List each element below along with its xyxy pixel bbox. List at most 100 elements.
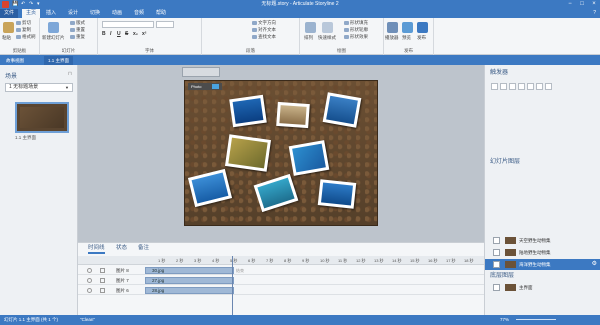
new-slide-icon[interactable]: [48, 22, 59, 33]
photo-orca[interactable]: [317, 179, 357, 209]
bold-button[interactable]: B: [102, 31, 106, 38]
duplicate-button[interactable]: 重复: [70, 34, 85, 40]
lock-icon[interactable]: [100, 288, 105, 293]
slide-stage: Photo: [78, 65, 484, 242]
font-size-select[interactable]: [156, 21, 174, 28]
align-text-button[interactable]: 对齐文本: [252, 27, 276, 33]
player-icon[interactable]: [387, 22, 398, 33]
shape-fill-button[interactable]: 形状填充: [344, 20, 368, 26]
publish-icon[interactable]: [417, 22, 428, 33]
eye-icon[interactable]: [87, 268, 92, 273]
menu-insert[interactable]: 插入: [42, 9, 60, 18]
layer-visibility-checkbox[interactable]: [493, 237, 500, 244]
timeline-bar[interactable]: 27.jpg: [145, 277, 234, 284]
preview-button[interactable]: 预览: [402, 35, 411, 41]
new-trigger-icon[interactable]: [491, 83, 498, 90]
base-layer-item[interactable]: 主界面: [485, 282, 600, 293]
ruler-tick: 4 秒: [212, 258, 220, 263]
edit-trigger-icon[interactable]: [500, 83, 507, 90]
tab-timeline[interactable]: 时间线: [88, 243, 105, 254]
menu-file[interactable]: 文件: [0, 9, 19, 18]
layer-item-sky[interactable]: 天空野生动物集: [485, 235, 600, 246]
slide-canvas[interactable]: Photo: [184, 80, 378, 226]
menu-help[interactable]: 帮助: [152, 9, 170, 18]
menu-home[interactable]: 主页: [22, 9, 41, 18]
shape-outline-button[interactable]: 形状轮廓: [344, 27, 368, 33]
timeline-playhead[interactable]: [232, 256, 233, 316]
slide-thumbnail[interactable]: [15, 102, 69, 133]
photo-coral[interactable]: [224, 134, 272, 172]
underline-button[interactable]: U: [117, 31, 121, 38]
quick-styles-icon[interactable]: [322, 22, 333, 33]
minimize-button[interactable]: −: [565, 0, 575, 9]
timeline-row[interactable]: 图片 7 27.jpg: [78, 276, 484, 285]
scene-select[interactable]: 1 无标题场景 ▼: [5, 83, 73, 92]
strikethrough-button[interactable]: S: [125, 31, 128, 38]
font-family-select[interactable]: [102, 21, 154, 28]
reset-button[interactable]: 重置: [70, 27, 85, 33]
arrange-icon[interactable]: [305, 22, 316, 33]
arrange-button[interactable]: 排列: [304, 35, 313, 41]
player-button[interactable]: 播放器: [385, 35, 399, 41]
ruler-tick: 16 秒: [428, 258, 438, 263]
new-slide-button[interactable]: 新建幻灯片: [42, 35, 65, 41]
zoom-slider[interactable]: [516, 319, 556, 320]
delete-trigger-icon[interactable]: [545, 83, 552, 90]
move-down-icon[interactable]: [536, 83, 543, 90]
menu-audio[interactable]: 音频: [130, 9, 148, 18]
photo-tropical-fish-image: [292, 143, 326, 173]
menu-transitions[interactable]: 切换: [86, 9, 104, 18]
close-button[interactable]: ×: [589, 0, 599, 9]
selected-object-handle[interactable]: [182, 67, 220, 77]
shape-effects-button[interactable]: 形状效果: [344, 34, 368, 40]
menu-design[interactable]: 设计: [64, 9, 82, 18]
lock-icon[interactable]: [100, 268, 105, 273]
publish-button[interactable]: 发布: [417, 35, 426, 41]
layer-visibility-checkbox[interactable]: [493, 249, 500, 256]
copy-trigger-icon[interactable]: [509, 83, 516, 90]
eye-icon[interactable]: [87, 288, 92, 293]
italic-button[interactable]: I: [110, 31, 111, 38]
timeline-bar[interactable]: 30.jpg: [145, 267, 234, 274]
layout-button[interactable]: 版式: [70, 20, 85, 26]
timeline-row[interactable]: 图片 8 30.jpg 结束: [78, 266, 484, 275]
timeline-row[interactable]: 图片 6 28.jpg: [78, 286, 484, 295]
help-icon[interactable]: ?: [593, 10, 596, 17]
preview-icon[interactable]: [402, 22, 413, 33]
base-layer-title: 底层图层: [490, 273, 515, 279]
subscript-button[interactable]: x₂: [133, 31, 138, 38]
layer-name: 主界面: [519, 285, 533, 290]
theme-name: "Clean": [80, 317, 95, 322]
photo-sea-lions[interactable]: [276, 101, 310, 129]
cut-button[interactable]: 剪切: [16, 20, 31, 26]
layer-visibility-checkbox[interactable]: [493, 284, 500, 291]
tab-slide-main[interactable]: 1.1 主界面: [44, 56, 74, 65]
layer-item-land[interactable]: 陆地野生动物集: [485, 247, 600, 258]
gear-icon[interactable]: ⚙: [592, 259, 597, 270]
eye-icon[interactable]: [87, 278, 92, 283]
photo-whale-shark[interactable]: [229, 94, 267, 128]
quick-styles-button[interactable]: 快速样式: [318, 35, 336, 41]
paste-button[interactable]: 粘贴: [2, 35, 11, 41]
pin-icon[interactable]: ⊓: [68, 71, 72, 77]
tab-notes[interactable]: 备注: [138, 243, 149, 254]
maximize-button[interactable]: □: [577, 0, 587, 9]
copy-button[interactable]: 复制: [16, 27, 31, 33]
layer-item-ocean[interactable]: 海洋野生动物集 ⚙: [485, 259, 600, 270]
text-direction-button[interactable]: 文字方向: [252, 20, 276, 26]
find-text-button[interactable]: 查找文本: [252, 34, 276, 40]
move-up-icon[interactable]: [527, 83, 534, 90]
photo-tropical-fish[interactable]: [288, 140, 330, 176]
menu-animations[interactable]: 动画: [108, 9, 126, 18]
paste-icon[interactable]: [3, 22, 14, 33]
timeline-bar[interactable]: 28.jpg: [145, 287, 234, 294]
tab-story-view[interactable]: 故事视图: [2, 56, 28, 65]
layer-visibility-checkbox[interactable]: [493, 261, 500, 268]
tab-states[interactable]: 状态: [116, 243, 127, 254]
superscript-button[interactable]: x²: [142, 31, 146, 38]
lock-icon[interactable]: [100, 278, 105, 283]
find-icon: [252, 34, 257, 39]
format-painter-button[interactable]: 格式刷: [16, 34, 36, 40]
photo-dolphins[interactable]: [322, 92, 362, 128]
paste-trigger-icon[interactable]: [518, 83, 525, 90]
